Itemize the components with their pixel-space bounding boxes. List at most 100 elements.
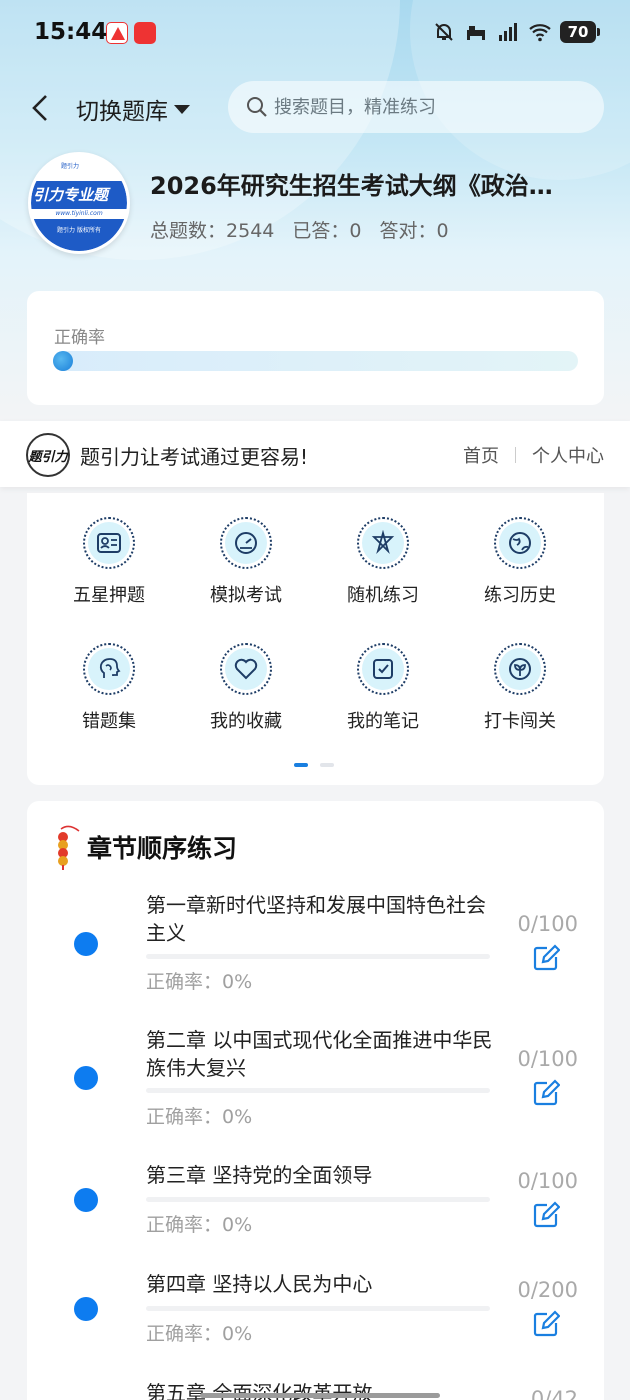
accuracy-progress-track [53,351,578,371]
stat-answered-value: 0 [349,220,362,242]
app-notification-icon [106,22,128,44]
id-card-icon [83,517,135,569]
feature-favorites[interactable]: 我的收藏 [178,643,314,733]
chapter-section-title: 章节顺序练习 [87,834,238,863]
chapter-name: 第一章新时代坚持和发展中国特色社会主义 [146,893,486,945]
chapter-accuracy: 正确率：0% [146,1323,253,1345]
app-notification-icon [134,22,156,44]
chapter-bullet [74,932,98,956]
search-input[interactable] [274,96,574,118]
home-indicator [200,1393,440,1398]
feature-label: 五星押题 [73,585,145,606]
accuracy-card: 正确率 [27,291,604,405]
battery-indicator: 70 [560,21,600,43]
stat-total: 总题数：2544 [150,216,274,243]
book-stats: 总题数：2544 已答：0 答对：0 [150,216,449,243]
chapter-count: 0/200 [517,1278,578,1302]
heart-icon [220,643,272,695]
globe-history-icon [494,517,546,569]
gauge-icon [220,517,272,569]
chapter-count: 0/100 [517,1047,578,1071]
chapter-bullet [74,1188,98,1212]
sleep-mode-icon [467,26,485,40]
wifi-icon [529,24,551,42]
feature-notes[interactable]: 我的笔记 [315,643,451,733]
edit-icon[interactable] [532,1201,560,1229]
feature-label: 打卡闯关 [484,711,556,732]
feature-mock-exam[interactable]: 模拟考试 [178,517,314,607]
feature-five-star[interactable]: 五星押题 [41,517,177,607]
chapter-name: 第二章 以中国式现代化全面推进中华民族伟大复兴 [146,1028,493,1080]
book-cover: 题引力 引力专业题 www.tiyinli.com 题引力 版权所有 [28,152,130,254]
cover-top-text: 题引力 [61,163,80,170]
chapter-progress-bar [146,1088,490,1093]
switch-question-bank[interactable]: 切换题库 [76,92,190,126]
banner-nav: 首页 个人中心 [463,442,604,468]
brand-banner: 题引力 题引力让考试通过更容易! 首页 个人中心 [0,421,630,487]
stat-correct-label: 答对： [379,220,437,242]
page-indicator [294,763,334,767]
brand-slogan: 题引力让考试通过更容易! [80,445,309,469]
chapter-name: 第四章 坚持以人民为中心 [146,1272,373,1296]
chapter-bullet [74,1066,98,1090]
brain-head-icon [83,643,135,695]
chapter-progress-bar [146,1306,490,1311]
nav-home-link[interactable]: 首页 [463,442,499,468]
chapter-progress-bar [146,954,490,959]
compass-star-icon [357,517,409,569]
status-bar: 15:44 70 [0,0,630,68]
feature-wrong-questions[interactable]: 错题集 [41,643,177,733]
accuracy-progress-fill [53,351,73,371]
sprout-icon [494,643,546,695]
feature-label: 随机练习 [347,585,419,606]
nav-profile-link[interactable]: 个人中心 [532,442,604,468]
stat-answered: 已答：0 [292,216,361,243]
feature-label: 模拟考试 [210,585,282,606]
cover-url: www.tiyinli.com [55,210,103,217]
chapter-accuracy: 正确率：0% [146,971,253,993]
page-dot-active [294,763,308,767]
chapter-name: 第三章 坚持党的全面领导 [146,1163,373,1187]
feature-label: 练习历史 [484,585,556,606]
switch-bank-label: 切换题库 [76,99,168,125]
feature-history[interactable]: 练习历史 [452,517,588,607]
chapter-practice-card: 章节顺序练习 第一章新时代坚持和发展中国特色社会主义 正确率：0% 0/100 … [27,801,604,1400]
page-dot [320,763,334,767]
chapter-accuracy: 正确率：0% [146,1214,253,1236]
chapter-count: 0/42 [530,1387,578,1400]
caret-down-icon [174,104,190,114]
nav-divider [515,447,516,463]
cover-title: 引力专业题 [31,181,127,209]
signal-icon [499,23,517,41]
stat-correct-value: 0 [436,220,449,242]
chevron-left-icon [32,95,47,121]
chapter-count: 0/100 [517,912,578,936]
feature-random-practice[interactable]: 随机练习 [315,517,451,607]
search-bar[interactable] [228,81,604,133]
edit-icon[interactable] [532,944,560,972]
book-title: 2026年研究生招生考试大纲《政治… [150,172,553,200]
status-time: 15:44 [34,19,108,45]
stat-correct: 答对：0 [379,216,448,243]
mute-bell-icon [435,23,453,41]
chapter-accuracy: 正确率：0% [146,1106,253,1128]
chapter-count: 0/100 [517,1169,578,1193]
edit-icon[interactable] [532,1310,560,1338]
search-icon [247,97,267,117]
feature-grid: 五星押题 模拟考试 随机练习 练习历史 错题集 我的收藏 我的笔记 打卡闯关 [27,493,604,785]
cover-footer: 题引力 版权所有 [31,219,127,251]
back-button[interactable] [24,90,56,126]
chapter-section-header: 章节顺序练习 [51,823,237,871]
stat-total-value: 2544 [226,220,275,242]
chapter-bullet [74,1297,98,1321]
stat-answered-label: 已答： [292,220,350,242]
feature-checkin[interactable]: 打卡闯关 [452,643,588,733]
feature-label: 错题集 [82,711,136,732]
chapter-progress-bar [146,1197,490,1202]
accuracy-label: 正确率 [54,328,105,348]
firecracker-icon [58,825,80,870]
edit-icon[interactable] [532,1079,560,1107]
feature-label: 我的收藏 [210,711,282,732]
brand-logo: 题引力 [26,433,70,477]
note-check-icon [357,643,409,695]
